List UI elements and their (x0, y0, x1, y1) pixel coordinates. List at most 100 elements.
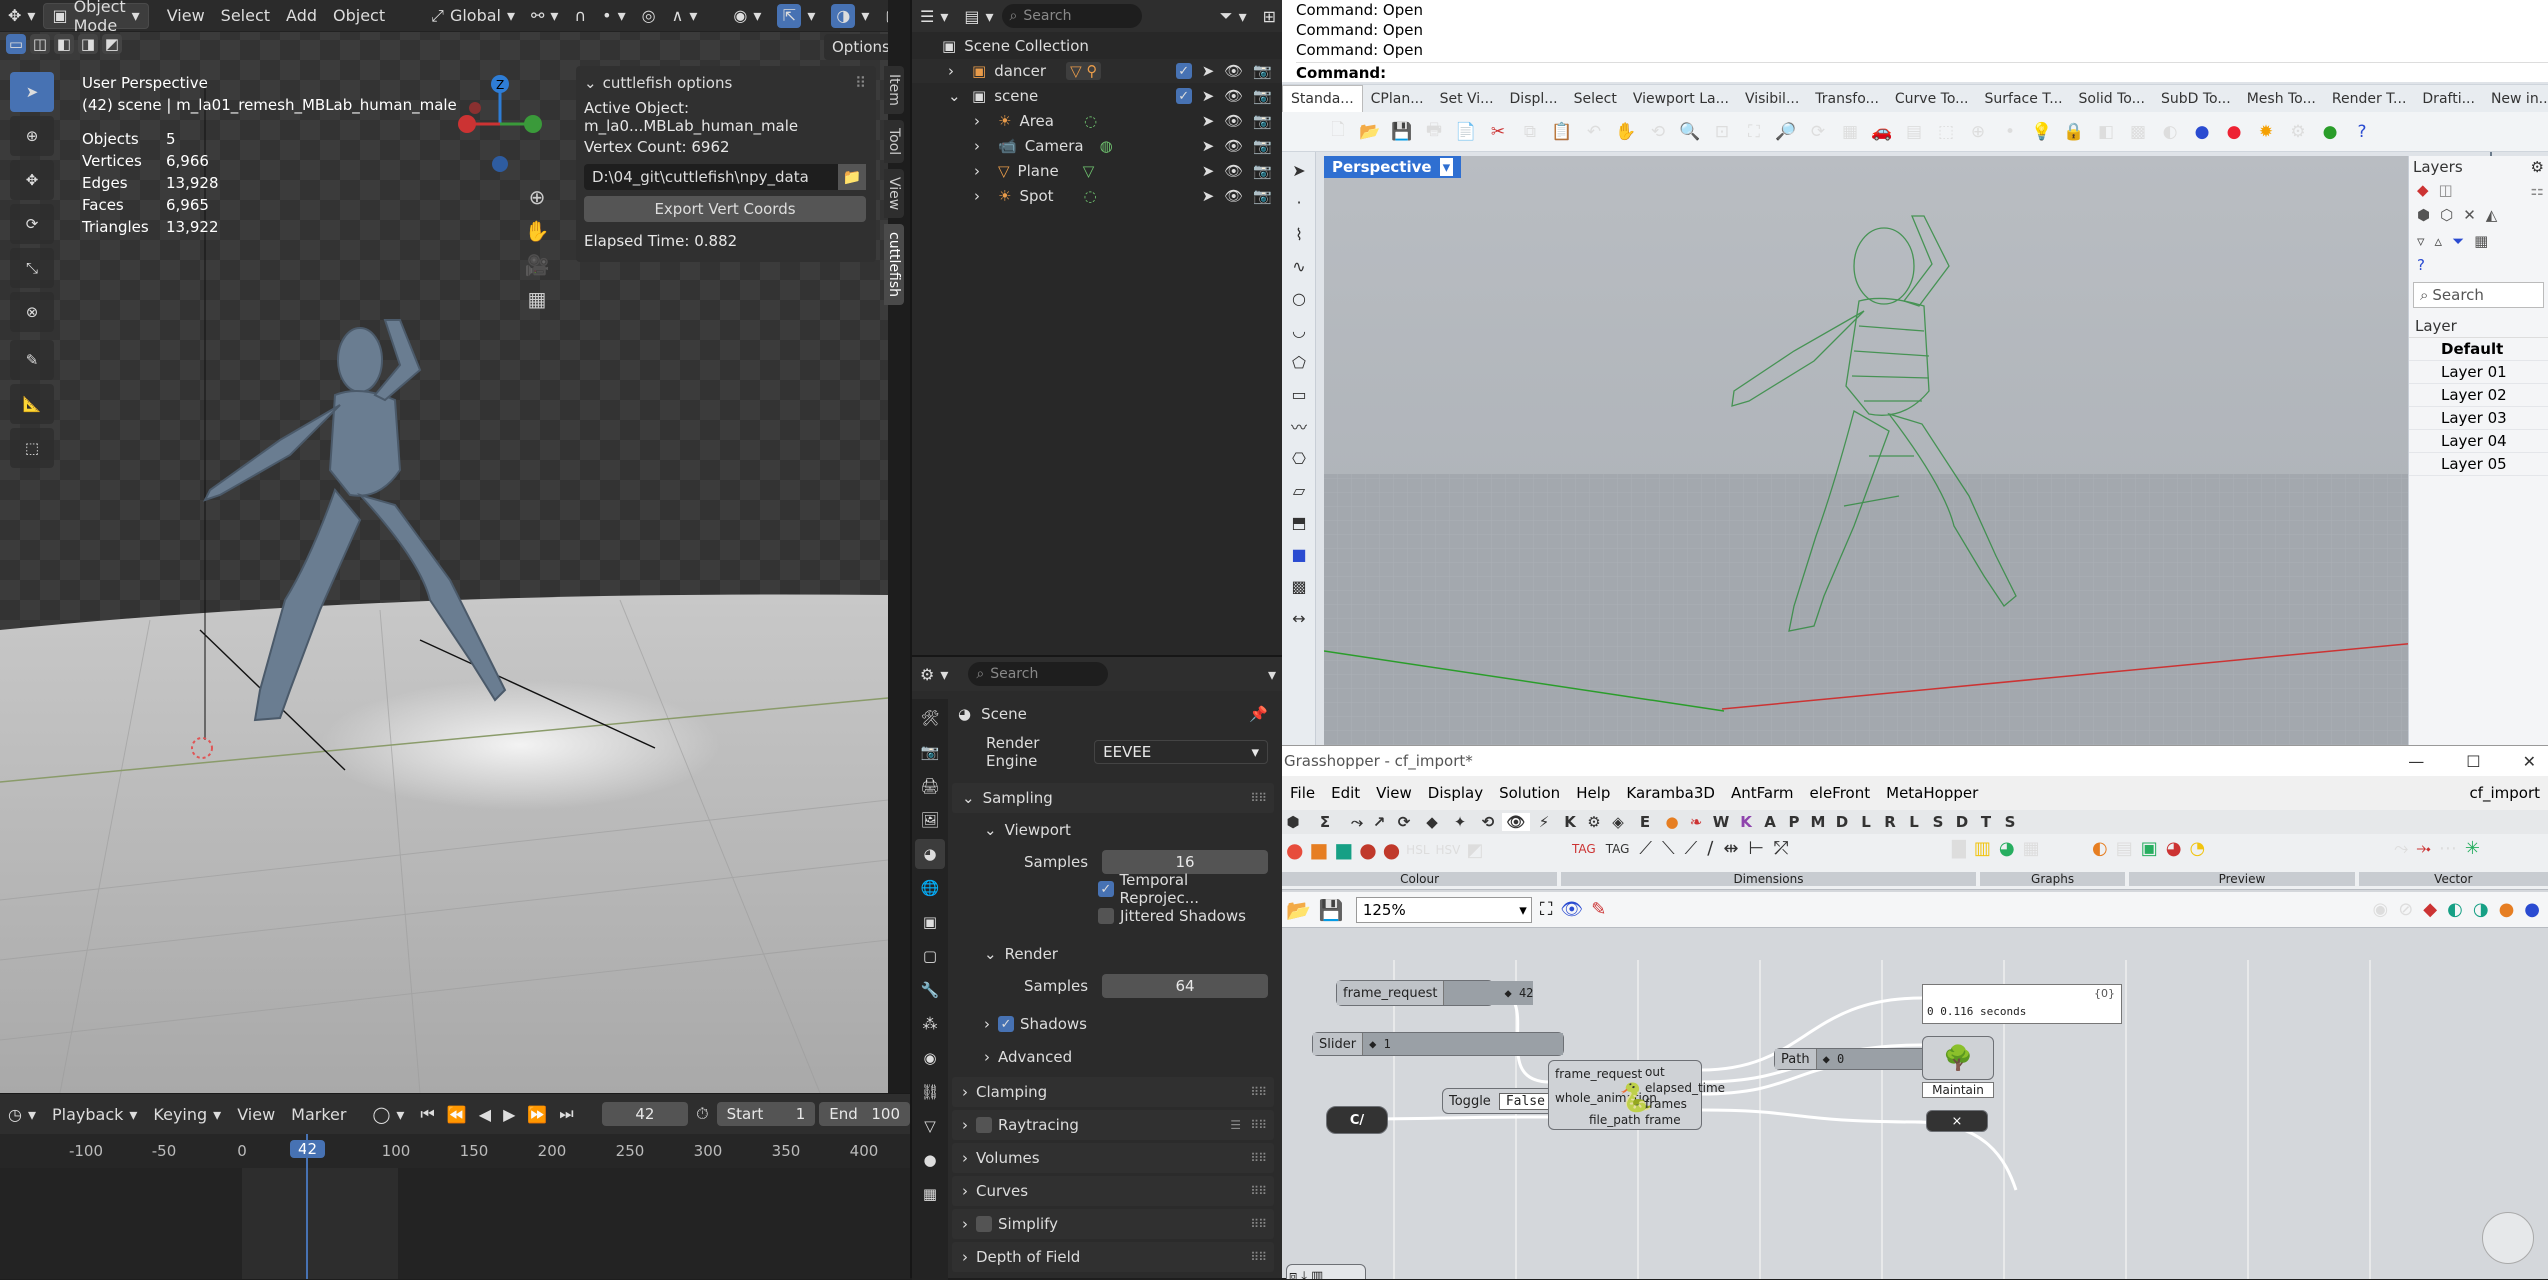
dim-linear-icon[interactable]: ⇹ (1723, 838, 1738, 859)
grid-view-icon[interactable]: ▦ (522, 282, 552, 316)
surface-icon[interactable]: ▱ (1285, 476, 1313, 504)
zoom-window-icon[interactable]: ⊡ (1709, 119, 1735, 145)
select-intersect-icon[interactable]: ◩ (102, 34, 122, 54)
menu-view[interactable]: View (229, 1101, 283, 1127)
object-tab-icon[interactable]: ▢ (915, 941, 945, 971)
physics-tab-icon[interactable]: ◉ (915, 1043, 945, 1073)
select-arrow-icon[interactable]: ➤ (1202, 62, 1215, 80)
grid-snap-icon[interactable]: ▤ (1901, 119, 1927, 145)
number-slider[interactable]: frame_request ◆ 42 (1336, 980, 1534, 1006)
vector-tab-icon[interactable]: ↗ (1368, 813, 1390, 831)
eye-icon[interactable]: 👁 (1224, 162, 1243, 180)
layer-options-icon[interactable]: ⚏ (2531, 181, 2544, 199)
grasshopper-canvas[interactable]: frame_request ◆ 42 Slider ◆ 1 Toggle Fal… (1286, 960, 2548, 1279)
outliner-row-camera[interactable]: › 📹 Camera ◍ ➤ 👁 📷 (912, 134, 1282, 158)
outliner-search[interactable]: ⌕ Search (1001, 4, 1142, 28)
canvas-radial-menu[interactable] (2482, 1212, 2534, 1264)
tab-s[interactable]: S (1926, 813, 1950, 831)
current-frame-field[interactable]: 42 (601, 1102, 689, 1126)
falloff-dropdown[interactable]: ∧ ▾ (664, 3, 706, 29)
menu-view[interactable]: View (159, 3, 213, 29)
tab-curve-tools[interactable]: Curve To... (1887, 85, 1977, 113)
dim-radius-icon[interactable]: ∕ (1707, 838, 1713, 859)
render-subsection[interactable]: ⌄ Render (984, 939, 1268, 969)
render-sphere-icon[interactable]: ● (2189, 119, 2215, 145)
arc-icon[interactable]: ◡ (1285, 316, 1313, 344)
pin-icon[interactable]: 📌 (1249, 705, 1268, 723)
world-tab-icon[interactable]: 🌐 (915, 873, 945, 903)
menu-metahopper[interactable]: MetaHopper (1878, 784, 1986, 802)
editor-type-button[interactable]: ✥ ▾ (0, 3, 43, 29)
honeybee-tab-icon[interactable]: ❧ (1684, 813, 1708, 831)
select-subtract-icon[interactable]: ◧ (54, 34, 74, 54)
menu-antfarm[interactable]: AntFarm (1723, 784, 1802, 802)
select-invert-icon[interactable]: ◨ (78, 34, 98, 54)
copy-layer-icon[interactable]: ◫ (2439, 181, 2453, 199)
tab-subd-tools[interactable]: SubD To... (2153, 85, 2239, 113)
group-label-vector[interactable]: Vector (2358, 872, 2548, 886)
dimension-icon[interactable]: ↔ (1285, 604, 1313, 632)
temporal-reprojection-row[interactable]: ✓ Temporal Reprojec... (1098, 871, 1268, 907)
collapse-icon[interactable]: ⌄ (948, 87, 964, 105)
tab-set-view[interactable]: Set Vi... (1432, 85, 1502, 113)
start-frame-field[interactable]: Start 1 (716, 1102, 816, 1126)
tab-d[interactable]: D (1830, 813, 1854, 831)
display-mode-dropdown[interactable]: ▤ ▾ (956, 3, 1001, 29)
undo-icon[interactable]: ↶ (1581, 119, 1607, 145)
text-tag-icon[interactable]: TAG (1572, 842, 1596, 856)
new-file-icon[interactable]: 🗋 (1325, 119, 1351, 145)
pie-graph-icon[interactable]: ◕ (1999, 838, 2015, 859)
tab-maths[interactable]: Σ (1304, 813, 1346, 831)
environment-icon[interactable]: ⚙ (2285, 119, 2311, 145)
hsl-icon[interactable]: HSL (1406, 843, 1429, 857)
dot-display-icon[interactable]: ▣ (2141, 838, 2158, 859)
slider-track[interactable]: ◆ 1 (1363, 1033, 1563, 1055)
exclude-checkbox[interactable]: ✓ (1175, 88, 1192, 104)
zoom-selected-icon[interactable]: 🔎 (1773, 119, 1799, 145)
eye-icon[interactable]: 👁 (1224, 62, 1243, 80)
select-new-icon[interactable]: ▭ (6, 34, 26, 54)
volumes-section[interactable]: › Volumes ⠿⠿ (952, 1143, 1274, 1173)
simplify-checkbox[interactable] (976, 1216, 992, 1232)
material-tab-icon[interactable]: ● (915, 1145, 945, 1175)
layer-row[interactable]: Default (2409, 338, 2548, 361)
select-box-tool[interactable]: ➤ (10, 72, 54, 112)
expand-icon[interactable]: › (974, 137, 990, 155)
menu-object[interactable]: Object (325, 3, 393, 29)
blender-3d-viewport[interactable]: ✥ ▾ ▣ Object Mode ▾ View Select Add Object … (0, 0, 888, 1093)
group-label-colour[interactable]: Colour (1282, 872, 1558, 886)
select-arrow-icon[interactable]: ➤ (1202, 187, 1215, 205)
outliner-row-plane[interactable]: › ▽ Plane ▽ ➤ 👁 📷 (912, 159, 1282, 183)
transform-tool[interactable]: ⊗ (10, 292, 54, 332)
stopwatch-icon[interactable]: ⏱ (688, 1101, 716, 1127)
graph-panel-icon[interactable]: ▇ (1952, 838, 1966, 859)
menu-edit[interactable]: Edit (1323, 784, 1368, 802)
freeform-icon[interactable]: 〰 (1285, 412, 1313, 440)
tab-d2[interactable]: D (1950, 813, 1974, 831)
colour-picker-icon[interactable]: ■ (1309, 838, 1328, 862)
extrude-icon[interactable]: ⬒ (1285, 508, 1313, 536)
document-name[interactable]: cf_import (2461, 784, 2548, 802)
exclude-checkbox[interactable]: ✓ (1175, 63, 1192, 79)
tool-tab-icon[interactable]: 🛠 (915, 703, 945, 733)
layer-row[interactable]: Layer 02 (2409, 384, 2548, 407)
scale-tool[interactable]: ⤡ (10, 248, 54, 288)
preview-eye-icon[interactable]: 👁 (1560, 899, 1583, 920)
pufferfish-tab-icon[interactable]: ◈ (1606, 813, 1630, 831)
tab-view[interactable]: View (884, 169, 904, 219)
slider-grip-icon[interactable]: ◆ (1504, 986, 1511, 1000)
tab-tool[interactable]: Tool (884, 119, 904, 164)
dim-aligned-icon[interactable]: ⟍ (1662, 838, 1675, 859)
point-icon[interactable]: • (1997, 119, 2023, 145)
file-path-param[interactable]: C/ (1326, 1106, 1388, 1134)
add-cube-tool[interactable]: ⬚ (10, 428, 54, 468)
tab-drafting[interactable]: Drafti... (2414, 85, 2483, 113)
view-layer-tab-icon[interactable]: 🖼 (915, 805, 945, 835)
options-dropdown[interactable]: ▾ (1260, 661, 1284, 687)
slider-track[interactable]: ◆ 42 (1444, 981, 1534, 1005)
menu-elefront[interactable]: eleFront (1802, 784, 1879, 802)
layer-tool-icon[interactable]: ▿ (2417, 232, 2425, 250)
xray-toggle[interactable]: ▢ (877, 3, 888, 29)
camera-render-icon[interactable]: 📷 (1253, 87, 1272, 105)
shaded-preview-icon[interactable]: ◐ (2447, 899, 2463, 920)
